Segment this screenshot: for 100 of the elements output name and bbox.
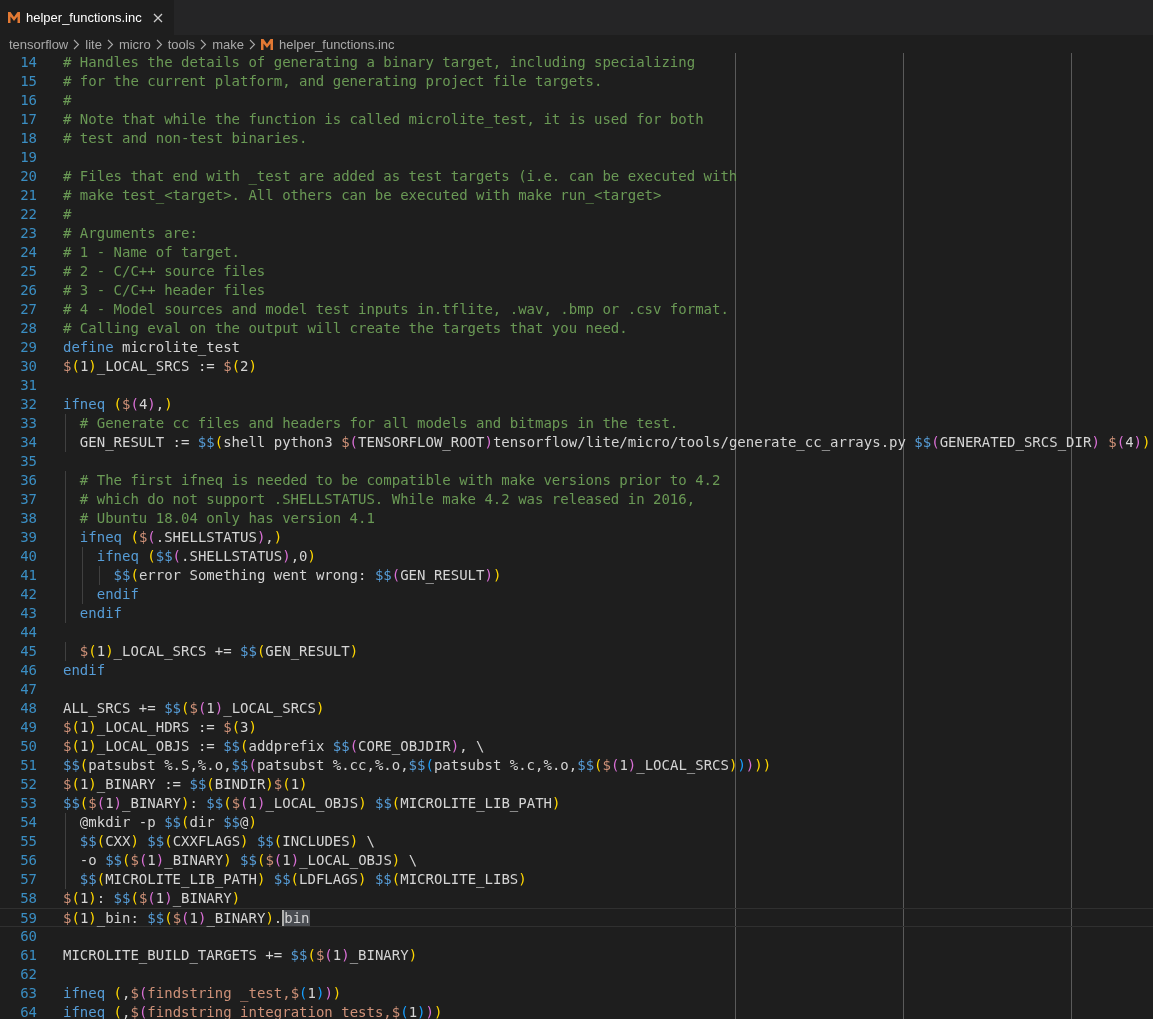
line-number: 60 xyxy=(19,927,37,946)
line-number: 50 xyxy=(19,737,37,756)
code-line: MICROLITE_BUILD_TARGETS += $$($(1)_BINARY) xyxy=(63,946,418,965)
line-number: 54 xyxy=(19,813,37,832)
line-number: 26 xyxy=(19,281,37,300)
code-line: $$(CXX) $$(CXXFLAGS) $$(INCLUDES) \ xyxy=(63,832,375,851)
code-line: # Files that end with _test are added as test targets (i.e. can be executed with xyxy=(63,167,738,186)
line-number: 36 xyxy=(19,471,37,490)
line-number: 20 xyxy=(19,167,37,186)
code-line: # which do not support .SHELLSTATUS. While make 4.2 was released in 2016, xyxy=(63,490,696,509)
breadcrumb-item[interactable]: lite xyxy=(85,34,102,55)
line-number: 39 xyxy=(19,528,37,547)
code-line: endif xyxy=(63,661,106,680)
code-line: ifneq (,$(findstring _test,$(1))) xyxy=(63,984,342,1003)
editor-tab[interactable]: helper_functions.inc xyxy=(0,0,174,35)
code-line: endif xyxy=(63,604,122,623)
code-line: ifneq ($(4),) xyxy=(63,395,173,414)
code-line: # test and non-test binaries. xyxy=(63,129,308,148)
line-number: 64 xyxy=(19,1003,37,1019)
line-number: 19 xyxy=(19,148,37,167)
code-line: @mkdir -p $$(dir $$@) xyxy=(63,813,257,832)
chevron-icon xyxy=(106,39,114,50)
line-number: 32 xyxy=(19,395,37,414)
makefile-icon xyxy=(8,12,20,23)
code-line: # make test_<target>. All others can be executed with make run_<target> xyxy=(63,186,662,205)
line-number: 29 xyxy=(19,338,37,357)
code-line: # Generate cc files and headers for all models and bitmaps in the test. xyxy=(63,414,679,433)
chevron-icon xyxy=(155,39,163,50)
line-number: 41 xyxy=(19,566,37,585)
code-line: # Note that while the function is called microlite_test, it is used for both xyxy=(63,110,704,129)
breadcrumb-item[interactable]: micro xyxy=(118,34,151,55)
breadcrumb-item[interactable]: make xyxy=(212,34,244,55)
line-number: 44 xyxy=(19,623,37,642)
line-number: 51 xyxy=(19,756,37,775)
code-line: # 1 - Name of target. xyxy=(63,243,240,262)
code-line: ifneq ($$(.SHELLSTATUS),0) xyxy=(63,547,316,566)
code-line: $(1)_LOCAL_HDRS := $(3) xyxy=(63,718,257,737)
line-number: 55 xyxy=(19,832,37,851)
code-line: $$(patsubst %.S,%.o,$$(patsubst %.cc,%.o,$$(patsubst %.c,%.o,$$($(1)_LOCAL_SRCS))))) xyxy=(63,756,772,775)
line-number: 15 xyxy=(19,72,37,91)
line-number: 63 xyxy=(19,984,37,1003)
breadcrumb-item[interactable]: helper_functions.inc xyxy=(260,34,395,55)
code-line: # xyxy=(63,91,72,110)
line-number: 47 xyxy=(19,680,37,699)
line-number: 59 xyxy=(19,909,37,926)
code-line: # Calling eval on the output will create the targets that you need. xyxy=(63,319,628,338)
code-line: $(1)_LOCAL_SRCS += $$(GEN_RESULT) xyxy=(63,642,359,661)
code-line: ifneq ($(.SHELLSTATUS),) xyxy=(63,528,283,547)
line-number: 24 xyxy=(19,243,37,262)
line-number: 34 xyxy=(19,433,37,452)
line-number: 58 xyxy=(19,889,37,908)
breadcrumb-item[interactable]: tools xyxy=(167,34,196,55)
code-line: $(1)_BINARY := $$(BINDIR)$(1) xyxy=(63,775,308,794)
line-number: 38 xyxy=(19,509,37,528)
chevron-icon xyxy=(248,39,256,50)
line-number: 49 xyxy=(19,718,37,737)
code-line: ALL_SRCS += $$($(1)_LOCAL_SRCS) xyxy=(63,699,325,718)
line-number: 40 xyxy=(19,547,37,566)
line-number: 62 xyxy=(19,965,37,984)
line-number: 30 xyxy=(19,357,37,376)
code-line: endif xyxy=(63,585,139,604)
line-number: 14 xyxy=(19,53,37,72)
line-number: 48 xyxy=(19,699,37,718)
code-line: $(1)_LOCAL_OBJS := $$(addprefix $$(CORE_OBJDIR), \ xyxy=(63,737,485,756)
line-number: 37 xyxy=(19,490,37,509)
code-line: $$($(1)_BINARY): $$($(1)_LOCAL_OBJS) $$(MICROLITE_LIB_PATH) xyxy=(63,794,561,813)
chevron-icon xyxy=(73,39,81,50)
code-line: $$(MICROLITE_LIB_PATH) $$(LDFLAGS) $$(MICROLITE_LIBS) xyxy=(63,870,527,889)
line-number: 28 xyxy=(19,319,37,338)
line-number: 52 xyxy=(19,775,37,794)
line-number: 53 xyxy=(19,794,37,813)
code-line: # The first ifneq is needed to be compatible with make versions prior to 4.2 xyxy=(63,471,721,490)
code-line: # Arguments are: xyxy=(63,224,198,243)
line-number: 35 xyxy=(19,452,37,471)
code-line: # xyxy=(63,205,72,224)
breadcrumb-item[interactable]: tensorflow xyxy=(9,34,69,55)
code-line: $(1)_LOCAL_SRCS := $(2) xyxy=(63,357,257,376)
code-line: # 3 - C/C++ header files xyxy=(63,281,266,300)
line-number: 61 xyxy=(19,946,37,965)
line-number: 42 xyxy=(19,585,37,604)
code-line: define microlite_test xyxy=(63,338,240,357)
code-line: # 4 - Model sources and model test inputs in.tflite, .wav, .bmp or .csv format. xyxy=(63,300,729,319)
chevron-icon xyxy=(200,39,208,50)
code-line: # Handles the details of generating a binary target, including specializing xyxy=(63,53,696,72)
line-number: 57 xyxy=(19,870,37,889)
line-number: 21 xyxy=(19,186,37,205)
line-number: 17 xyxy=(19,110,37,129)
line-number: 27 xyxy=(19,300,37,319)
code-line: # 2 - C/C++ source files xyxy=(63,262,266,281)
line-number: 33 xyxy=(19,414,37,433)
code-line: GEN_RESULT := $$(shell python3 $(TENSORFLOW_ROOT)tensorflow/lite/micro/tools/generate_cc_arrays.py $$(GENERATED_SRCS_DIR) $(4)) xyxy=(63,433,1151,452)
line-number: 43 xyxy=(19,604,37,623)
code-line: $(1): $$($(1)_BINARY) xyxy=(63,889,241,908)
code-line: $(1)_bin: $$($(1)_BINARY).bin xyxy=(63,909,310,926)
makefile-icon xyxy=(260,39,273,50)
line-number: 46 xyxy=(19,661,37,680)
line-number: 18 xyxy=(19,129,37,148)
line-number: 56 xyxy=(19,851,37,870)
line-number: 45 xyxy=(19,642,37,661)
line-number: 23 xyxy=(19,224,37,243)
